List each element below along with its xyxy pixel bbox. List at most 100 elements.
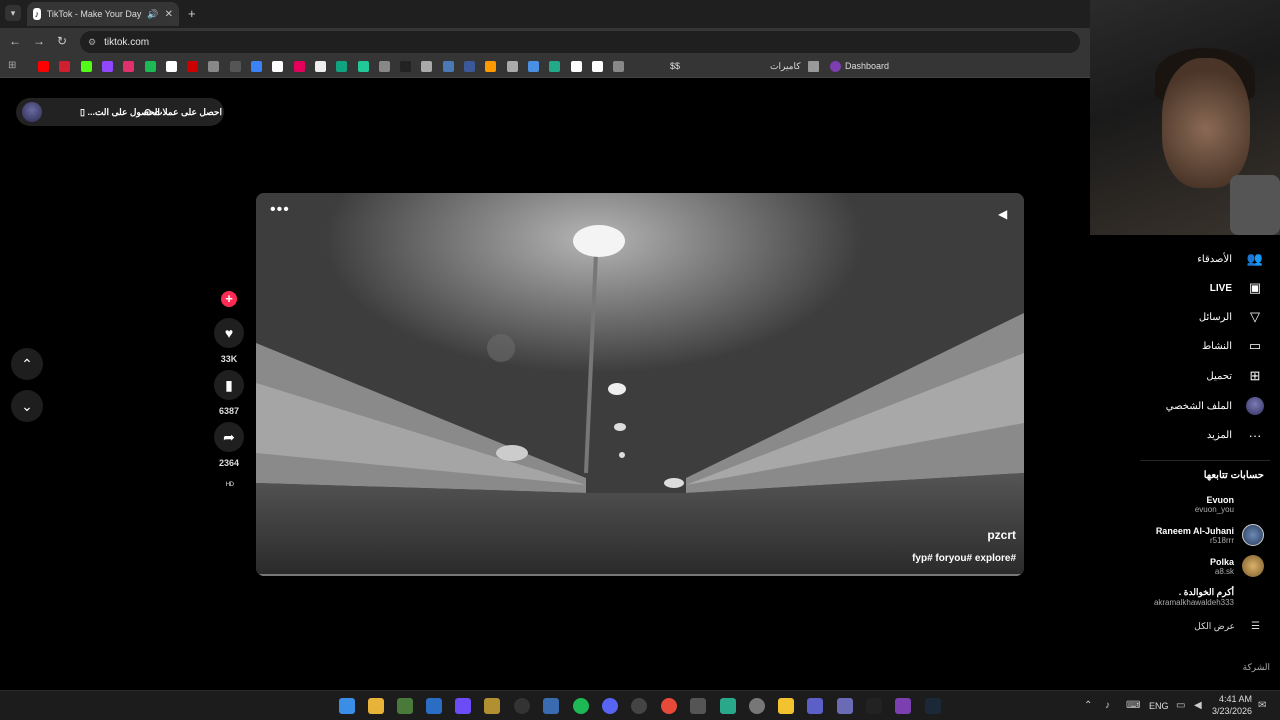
bookmark-icon[interactable] bbox=[314, 61, 326, 72]
bookmark-dollar[interactable]: $$ bbox=[670, 61, 680, 71]
company-link[interactable]: الشركة bbox=[1243, 662, 1270, 673]
language-indicator[interactable]: ENG bbox=[1149, 701, 1169, 711]
bookmark-icon[interactable] bbox=[378, 61, 390, 72]
chrome-icon[interactable] bbox=[661, 698, 677, 714]
bookmark-icon[interactable] bbox=[101, 61, 113, 72]
apps-grid-icon[interactable]: ⊞ bbox=[8, 60, 19, 71]
browser-tab[interactable]: ♪ TikTok - Make Your Day 🔊 ✕ bbox=[27, 2, 179, 26]
music-disc-icon[interactable]: ᴴᴰ bbox=[216, 480, 244, 490]
address-bar[interactable]: ⚙ tiktok.com bbox=[80, 31, 1080, 53]
sticky-notes-icon[interactable] bbox=[778, 698, 794, 714]
bookmark-dashboard[interactable]: Dashboard bbox=[845, 61, 889, 71]
steam-icon[interactable] bbox=[925, 698, 941, 714]
bookmark-icon[interactable] bbox=[272, 61, 284, 72]
volume-icon[interactable]: ◀ bbox=[1194, 700, 1202, 711]
app-icon[interactable] bbox=[631, 698, 647, 714]
bookmark-icon[interactable] bbox=[293, 61, 305, 72]
avatar[interactable] bbox=[22, 102, 42, 122]
follow-plus-icon[interactable]: + bbox=[221, 291, 237, 307]
volume-icon[interactable]: ◀ bbox=[998, 207, 1010, 221]
bookmark-icon[interactable] bbox=[165, 61, 177, 72]
sidebar-item-profile[interactable]: الملف الشخصي bbox=[1166, 396, 1264, 416]
sidebar-item-friends[interactable]: الأصدقاء 👥 bbox=[1197, 249, 1264, 269]
previous-video-button[interactable]: ⌃ bbox=[11, 348, 43, 380]
video-progress-bar[interactable] bbox=[256, 574, 1024, 576]
bookmark-icon[interactable] bbox=[208, 61, 220, 72]
4k-app-icon[interactable] bbox=[514, 698, 530, 714]
sidebar-item-activity[interactable]: النشاط ▭ bbox=[1202, 336, 1264, 356]
bookmark-icon[interactable] bbox=[123, 61, 135, 72]
bookmark-icon[interactable] bbox=[570, 61, 582, 72]
bookmark-icon[interactable] bbox=[59, 61, 71, 72]
app-icon[interactable] bbox=[484, 698, 500, 714]
bookmark-icon[interactable] bbox=[421, 61, 433, 72]
app-icon[interactable] bbox=[895, 698, 911, 714]
app-icon[interactable] bbox=[866, 698, 882, 714]
bookmark-icon[interactable] bbox=[251, 61, 262, 72]
bookmark-icon[interactable] bbox=[144, 61, 156, 72]
app-icon[interactable] bbox=[749, 698, 765, 714]
forward-icon[interactable]: → bbox=[33, 34, 45, 48]
notification-icon[interactable]: ✉ bbox=[1258, 700, 1266, 711]
more-options-icon[interactable]: ••• bbox=[270, 201, 290, 219]
tray-overflow-icon[interactable]: ⌃ bbox=[1084, 700, 1092, 711]
clock-time[interactable]: 4:41 AM bbox=[1210, 694, 1252, 704]
shield-icon[interactable] bbox=[543, 698, 559, 714]
network-icon[interactable]: ▭ bbox=[1176, 700, 1185, 711]
mail-icon[interactable] bbox=[426, 698, 442, 714]
discord-icon[interactable] bbox=[602, 698, 618, 714]
bookmark-icon[interactable] bbox=[613, 61, 625, 72]
bookmark-icon[interactable] bbox=[400, 61, 412, 72]
following-account[interactable]: أكرم الخوالدة . akramalkhawaldeh333 bbox=[1154, 586, 1264, 608]
bookmark-icon[interactable] bbox=[229, 61, 241, 72]
bookmark-icon[interactable] bbox=[464, 61, 475, 72]
microphone-icon[interactable]: ♪ bbox=[1105, 700, 1110, 711]
clock-date[interactable]: 3/23/2026 bbox=[1205, 706, 1252, 716]
app-icon[interactable] bbox=[690, 698, 706, 714]
video-caption[interactable]: fyp# foryou# explore# bbox=[912, 553, 1016, 564]
save-button[interactable]: ▮ bbox=[214, 370, 244, 400]
app-icon[interactable] bbox=[455, 698, 471, 714]
next-video-button[interactable]: ⌄ bbox=[11, 390, 43, 422]
bookmark-icon[interactable] bbox=[506, 61, 518, 72]
site-info-icon[interactable]: ⚙ bbox=[88, 37, 96, 48]
sidebar-item-live[interactable]: LIVE ▣ bbox=[1210, 278, 1264, 298]
back-icon[interactable]: ← bbox=[9, 34, 21, 48]
bookmark-icon[interactable] bbox=[442, 61, 454, 72]
bookmark-icon[interactable] bbox=[549, 61, 561, 72]
bookmark-icon[interactable] bbox=[187, 61, 199, 72]
following-account[interactable]: Polka a8.sk bbox=[1210, 555, 1264, 577]
folder-icon[interactable] bbox=[808, 61, 819, 72]
get-coins-link[interactable]: احصل على عملات ⊙ bbox=[144, 107, 222, 118]
app-icon[interactable] bbox=[837, 698, 853, 714]
teams-icon[interactable] bbox=[807, 698, 823, 714]
video-player[interactable]: ••• ◀ pzcrt fyp# foryou# explore# bbox=[256, 193, 1024, 576]
keyboard-icon[interactable]: ⌨ bbox=[1126, 700, 1140, 711]
sidebar-item-upload[interactable]: تحميل ⊞ bbox=[1206, 366, 1264, 386]
app-icon[interactable] bbox=[720, 698, 736, 714]
see-all-button[interactable]: عرض الكل ☰ bbox=[1194, 621, 1260, 632]
bookmark-icon[interactable] bbox=[80, 61, 92, 72]
sidebar-item-more[interactable]: المزيد ··· bbox=[1207, 425, 1264, 445]
tab-search-icon[interactable]: ▾ bbox=[5, 5, 21, 21]
like-button[interactable]: ♥ bbox=[214, 318, 244, 348]
share-button[interactable]: ➦ bbox=[214, 422, 244, 452]
new-tab-button[interactable]: + bbox=[188, 6, 196, 21]
bookmark-icon[interactable] bbox=[527, 61, 539, 72]
sidebar-item-messages[interactable]: الرسائل ▽ bbox=[1199, 307, 1264, 327]
bookmark-icon[interactable] bbox=[357, 61, 369, 72]
video-author[interactable]: pzcrt bbox=[987, 528, 1016, 542]
windows-start-icon[interactable] bbox=[339, 698, 355, 714]
file-explorer-icon[interactable] bbox=[368, 698, 384, 714]
following-account[interactable]: Raneem Al-Juhani r518rrr bbox=[1156, 524, 1264, 546]
bookmark-cameras[interactable]: كاميرات bbox=[770, 61, 801, 72]
bookmark-icon[interactable] bbox=[38, 61, 49, 72]
app-icon[interactable] bbox=[397, 698, 413, 714]
bookmark-icon[interactable] bbox=[336, 61, 348, 72]
spotify-icon[interactable] bbox=[573, 698, 589, 714]
following-account[interactable]: Evuon evuon_you bbox=[1195, 493, 1264, 515]
close-icon[interactable]: ✕ bbox=[165, 9, 173, 20]
speaker-icon[interactable]: 🔊 bbox=[147, 9, 158, 20]
bookmark-icon[interactable] bbox=[591, 61, 603, 72]
bookmark-icon[interactable] bbox=[485, 61, 497, 72]
